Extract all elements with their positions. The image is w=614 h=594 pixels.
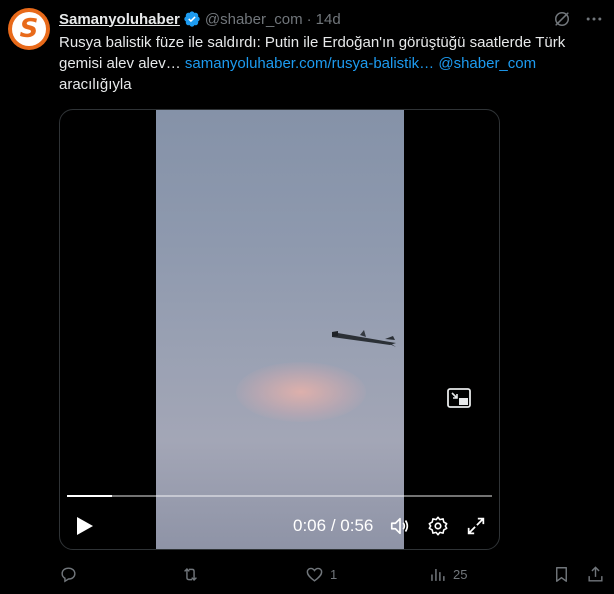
separator-dot: ·: [306, 10, 312, 28]
post-link[interactable]: samanyoluhaber.com/rusya-balistik…: [185, 55, 434, 72]
post-actions: 1 25: [0, 562, 614, 586]
video-frame: [156, 110, 404, 549]
avatar-letter: S: [19, 14, 39, 44]
bookmark-button[interactable]: [552, 562, 571, 586]
bookmark-icon: [556, 566, 567, 582]
reply-button[interactable]: [59, 562, 84, 586]
share-button[interactable]: [586, 562, 605, 586]
verified-badge-icon[interactable]: [183, 10, 201, 28]
via-handle-link[interactable]: @shaber_com: [438, 55, 536, 72]
video-timecode: 0:06 / 0:56: [293, 516, 373, 536]
repost-button[interactable]: [181, 562, 206, 586]
settings-icon[interactable]: [427, 515, 449, 537]
duration: 0:56: [340, 516, 374, 535]
post-header: Samanyoluhaber @shaber_com · 14d: [59, 9, 341, 29]
more-icon[interactable]: [584, 9, 604, 29]
video-player[interactable]: 0:06 / 0:56: [59, 109, 500, 550]
missile-image: [332, 330, 396, 347]
post-text: Rusya balistik füze ile saldırdı: Putin …: [59, 32, 607, 95]
share-icon: [588, 565, 603, 582]
reply-icon: [61, 566, 76, 583]
like-count: 1: [330, 566, 338, 582]
repost-icon: [184, 567, 197, 581]
views-button[interactable]: 25: [428, 562, 467, 586]
author-handle[interactable]: @shaber_com: [205, 11, 303, 28]
volume-icon[interactable]: [389, 515, 411, 537]
fullscreen-icon[interactable]: [465, 515, 487, 537]
views-count: 25: [453, 566, 468, 582]
video-progress-bar[interactable]: [67, 495, 492, 497]
avatar-logo: S: [12, 12, 46, 46]
time-separator: /: [330, 516, 336, 535]
video-progress-fill: [67, 495, 113, 497]
author-name[interactable]: Samanyoluhaber: [59, 11, 180, 28]
pip-icon: [447, 388, 471, 408]
play-icon[interactable]: [72, 514, 96, 538]
like-icon: [306, 567, 323, 582]
like-button[interactable]: 1: [305, 562, 337, 586]
current-time: 0:06: [293, 516, 327, 535]
pip-button[interactable]: [438, 377, 480, 419]
via-suffix: aracılığıyla: [59, 76, 132, 93]
grok-icon[interactable]: [552, 9, 572, 29]
views-icon: [431, 568, 445, 581]
avatar[interactable]: S: [8, 8, 50, 50]
post-time[interactable]: 14d: [316, 11, 341, 28]
sky-glow: [236, 362, 366, 422]
